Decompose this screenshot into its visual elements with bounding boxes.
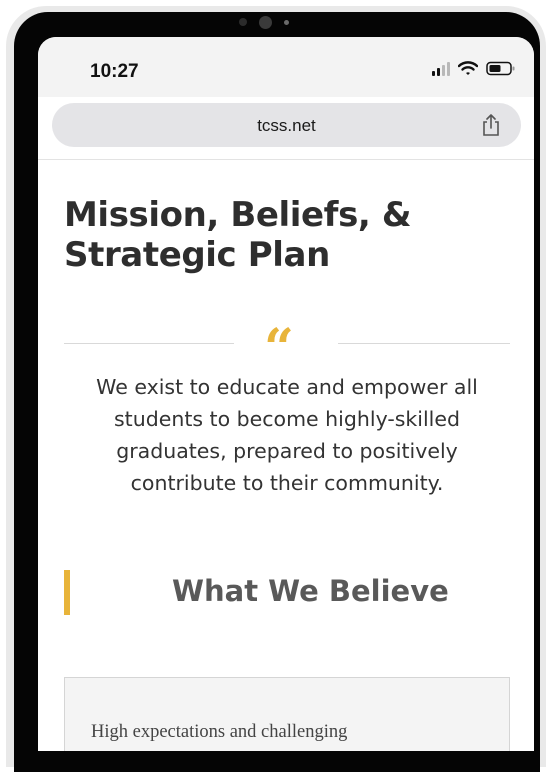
- status-bar: 10:27: [38, 37, 534, 97]
- divider-right: [338, 343, 510, 344]
- section-heading: What We Believe: [172, 574, 449, 608]
- page-title: Mission, Beliefs, & Strategic Plan: [64, 195, 412, 275]
- belief-card: High expectations and challenging: [64, 677, 510, 751]
- belief-card-text: High expectations and challenging: [91, 722, 348, 742]
- front-camera-icon: [239, 18, 247, 26]
- url-text[interactable]: tcss.net: [52, 116, 521, 136]
- mission-statement: We exist to educate and empower all stud…: [96, 375, 478, 495]
- address-bar[interactable]: tcss.net: [52, 103, 521, 147]
- share-icon[interactable]: [481, 113, 501, 137]
- quote-mark-icon: “: [264, 318, 294, 379]
- section-accent-bar: [64, 570, 70, 615]
- browser-divider: [38, 159, 534, 160]
- wifi-icon: [458, 61, 478, 75]
- phone-screen: 10:27 tcss.net Mission, Beliefs, & Strat: [38, 37, 534, 751]
- status-time: 10:27: [90, 61, 139, 82]
- battery-icon: [486, 61, 515, 76]
- divider-left: [64, 343, 234, 344]
- status-icons: [432, 61, 516, 76]
- front-camera-lens-icon: [259, 16, 272, 29]
- cellular-signal-icon: [432, 61, 450, 76]
- sensor-icon: [284, 20, 289, 25]
